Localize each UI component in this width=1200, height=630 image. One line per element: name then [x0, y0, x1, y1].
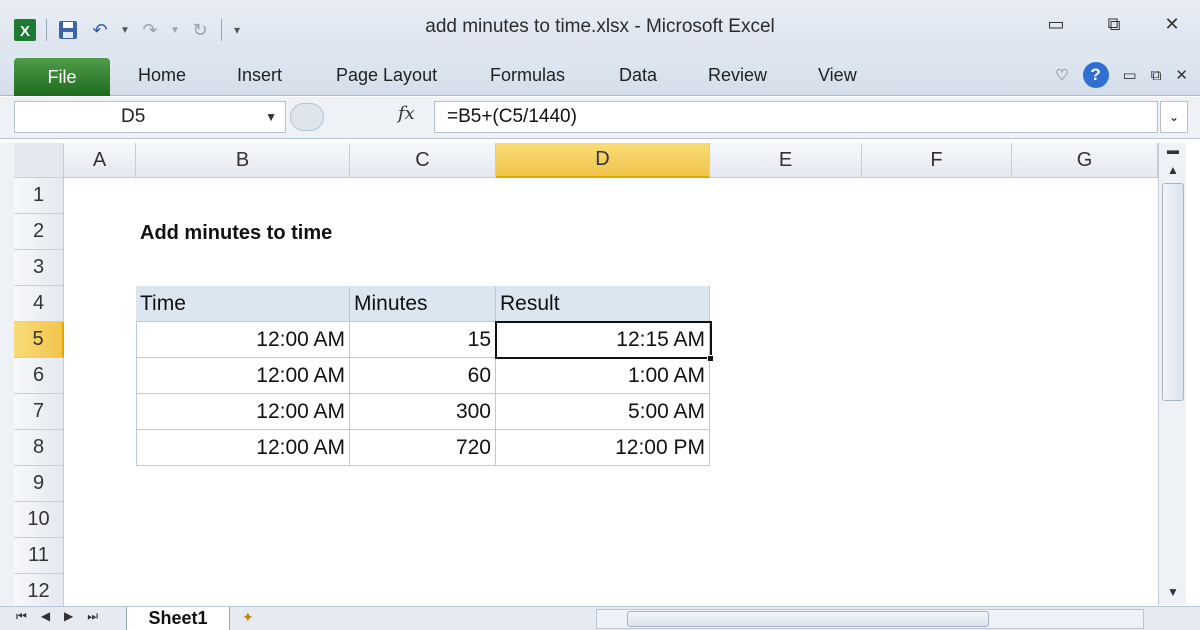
- restore-icon[interactable]: ⧉: [1096, 14, 1132, 35]
- title-bar: X ↶ ▼ ↷ ▼ ↻ ▾ add minutes to time.xlsx -…: [0, 0, 1200, 56]
- horizontal-scrollbar[interactable]: [596, 609, 1144, 629]
- table-header-minutes[interactable]: Minutes: [350, 286, 496, 322]
- row-header-11[interactable]: 11: [14, 538, 64, 574]
- column-header-f[interactable]: F: [862, 143, 1012, 178]
- row-header-7[interactable]: 7: [14, 394, 64, 430]
- name-box[interactable]: D5 ▼: [14, 101, 286, 133]
- horizontal-scroll-thumb[interactable]: [627, 611, 989, 627]
- expand-formula-bar-icon[interactable]: ⌄: [1160, 101, 1188, 133]
- tab-insert[interactable]: Insert: [237, 65, 282, 86]
- column-header-g[interactable]: G: [1012, 143, 1158, 178]
- row-header-1[interactable]: 1: [14, 178, 64, 214]
- column-header-a[interactable]: A: [64, 143, 136, 178]
- formula-input[interactable]: =B5+(C5/1440): [434, 101, 1158, 133]
- left-strip: [0, 143, 14, 609]
- last-sheet-icon[interactable]: ⏭: [87, 609, 98, 624]
- sheet-tab-sheet1[interactable]: Sheet1: [126, 607, 230, 630]
- tab-file[interactable]: File: [14, 58, 110, 96]
- sheet-title-cell[interactable]: Add minutes to time: [136, 215, 436, 251]
- window-controls: ▭ ⧉ ✕: [1038, 14, 1190, 35]
- help-icon[interactable]: ?: [1082, 62, 1109, 88]
- row-header-4[interactable]: 4: [14, 286, 64, 322]
- scroll-up-icon[interactable]: ▲: [1159, 163, 1187, 177]
- row-header-9[interactable]: 9: [14, 466, 64, 502]
- row-header-2[interactable]: 2: [14, 214, 64, 250]
- column-header-d[interactable]: D: [496, 143, 710, 178]
- name-box-dropdown-icon[interactable]: ▼: [265, 102, 277, 132]
- table-cell-minutes[interactable]: 60: [350, 358, 496, 394]
- scroll-down-icon[interactable]: ▼: [1159, 585, 1187, 599]
- workbook-restore-icon[interactable]: ⧉: [1151, 67, 1162, 84]
- tab-data[interactable]: Data: [619, 65, 657, 86]
- vertical-scrollbar[interactable]: ▬ ▲ ▼: [1158, 143, 1186, 605]
- first-sheet-icon[interactable]: ⏮: [16, 609, 27, 624]
- close-icon[interactable]: ✕: [1154, 14, 1190, 35]
- formula-bar-splitter[interactable]: [290, 103, 324, 131]
- ribbon-right-controls: ♡ ? ▭ ⧉ ✕: [1055, 62, 1188, 88]
- column-header-e[interactable]: E: [710, 143, 862, 178]
- ribbon-tabs: File Home Insert Page Layout Formulas Da…: [0, 56, 1200, 96]
- tab-review[interactable]: Review: [708, 65, 767, 86]
- active-cell-border: [495, 321, 712, 359]
- row-header-12[interactable]: 12: [14, 574, 64, 610]
- table-cell-time[interactable]: 12:00 AM: [136, 322, 350, 358]
- formula-bar: D5 ▼ fx =B5+(C5/1440) ⌄: [0, 97, 1200, 139]
- table-cell-minutes[interactable]: 15: [350, 322, 496, 358]
- workbook-close-icon[interactable]: ✕: [1175, 66, 1188, 84]
- workbook-minimize-icon[interactable]: ▭: [1123, 66, 1137, 84]
- next-sheet-icon[interactable]: ▶: [64, 609, 73, 624]
- table-cell-minutes[interactable]: 300: [350, 394, 496, 430]
- table-header-result[interactable]: Result: [496, 286, 710, 322]
- insert-sheet-icon[interactable]: ✦: [242, 609, 254, 626]
- table-cell-result[interactable]: 5:00 AM: [496, 394, 710, 430]
- table-cell-time[interactable]: 12:00 AM: [136, 394, 350, 430]
- vertical-scroll-thumb[interactable]: [1162, 183, 1184, 401]
- tab-view[interactable]: View: [818, 65, 857, 86]
- table-header-time[interactable]: Time: [136, 286, 350, 322]
- column-header-b[interactable]: B: [136, 143, 350, 178]
- select-all-corner[interactable]: [14, 143, 64, 178]
- row-header-10[interactable]: 10: [14, 502, 64, 538]
- row-header-6[interactable]: 6: [14, 358, 64, 394]
- prev-sheet-icon[interactable]: ◀: [41, 609, 50, 624]
- window-title: add minutes to time.xlsx - Microsoft Exc…: [425, 16, 775, 37]
- split-box-icon[interactable]: ▬: [1159, 143, 1187, 157]
- table-cell-time[interactable]: 12:00 AM: [136, 430, 350, 466]
- tab-formulas[interactable]: Formulas: [490, 65, 565, 86]
- table-cell-result[interactable]: 12:00 PM: [496, 430, 710, 466]
- fill-handle[interactable]: [707, 355, 714, 362]
- table-cell-result[interactable]: 1:00 AM: [496, 358, 710, 394]
- minimize-icon[interactable]: ▭: [1038, 14, 1074, 35]
- sheet-tab-bar: ⏮ ◀ ▶ ⏭ Sheet1 ✦: [0, 606, 1200, 630]
- sheet-navigation: ⏮ ◀ ▶ ⏭: [16, 609, 98, 624]
- minimize-ribbon-icon[interactable]: ♡: [1055, 66, 1068, 84]
- tab-page-layout[interactable]: Page Layout: [336, 65, 437, 86]
- row-header-3[interactable]: 3: [14, 250, 64, 286]
- name-box-value: D5: [121, 106, 146, 127]
- table-cell-minutes[interactable]: 720: [350, 430, 496, 466]
- row-header-8[interactable]: 8: [14, 430, 64, 466]
- tab-home[interactable]: Home: [138, 65, 186, 86]
- insert-function-icon[interactable]: fx: [398, 103, 415, 124]
- column-header-c[interactable]: C: [350, 143, 496, 178]
- row-header-5[interactable]: 5: [14, 322, 64, 358]
- table-cell-time[interactable]: 12:00 AM: [136, 358, 350, 394]
